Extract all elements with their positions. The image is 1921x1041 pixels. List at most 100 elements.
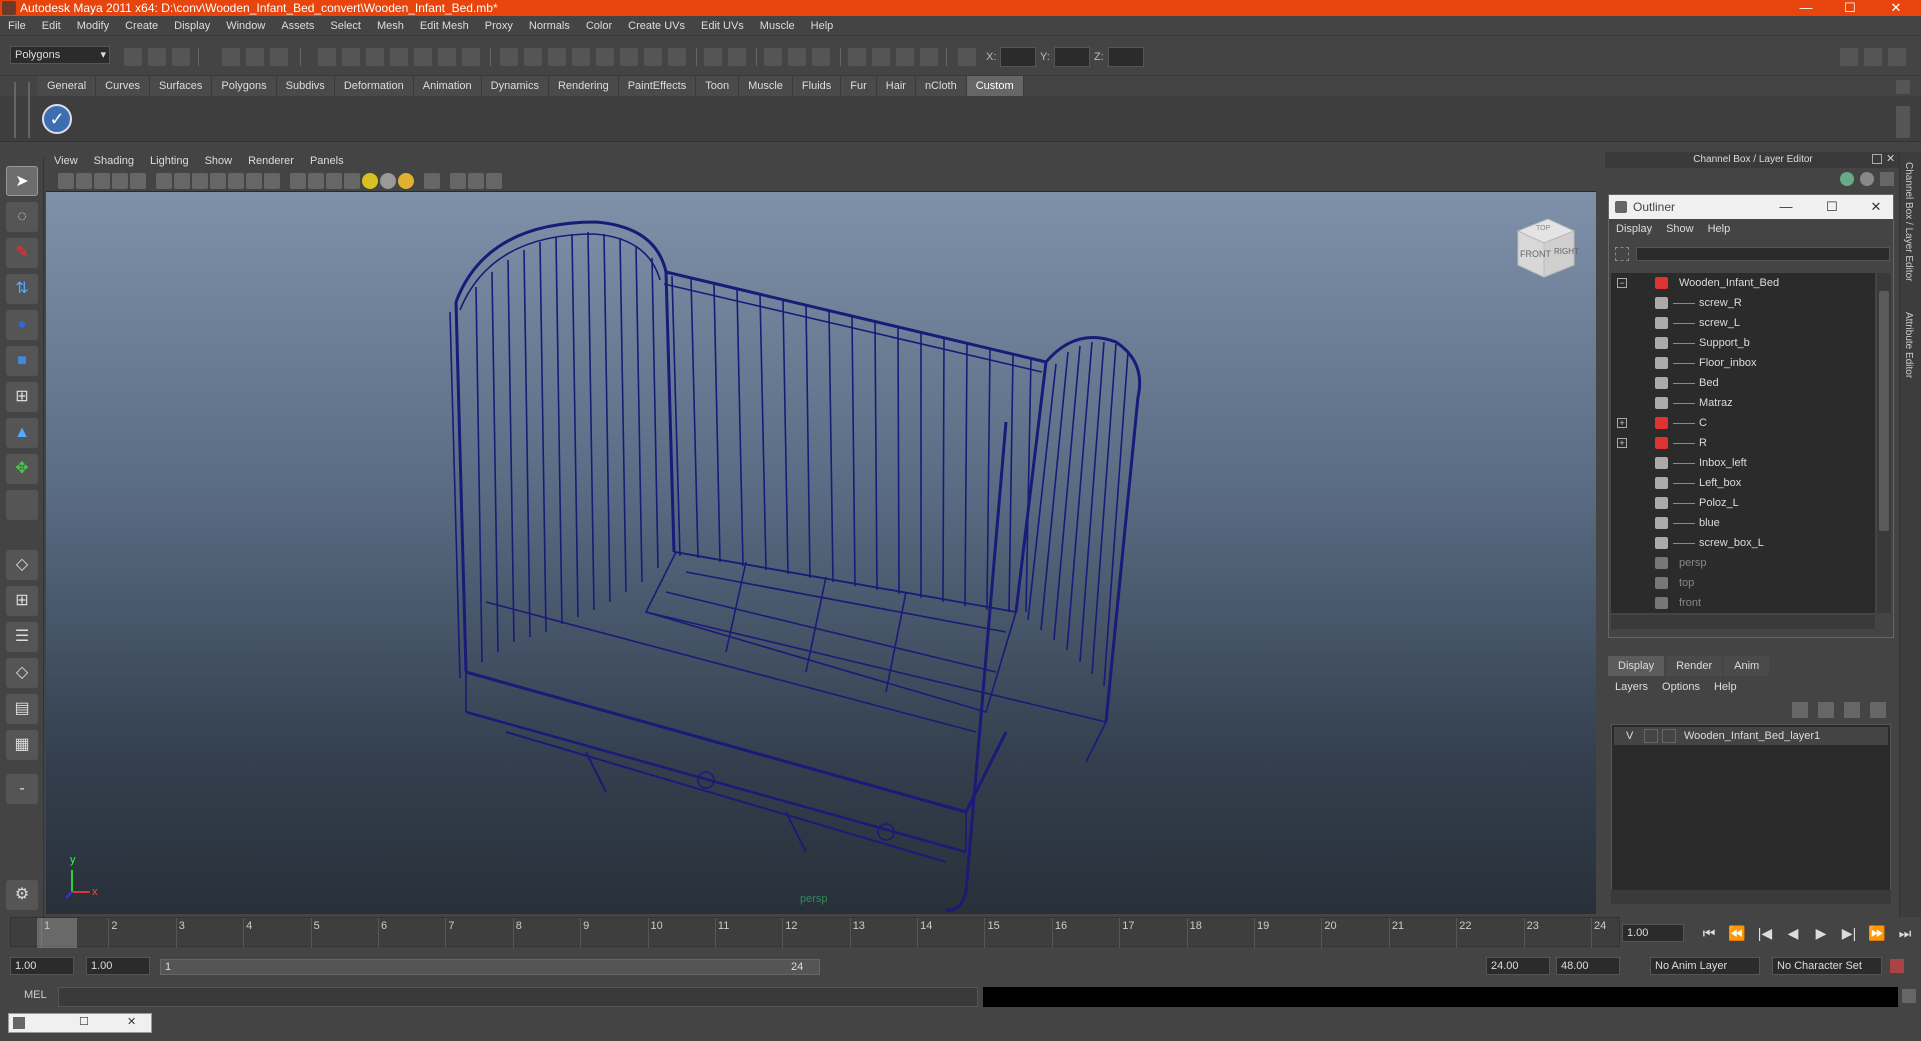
show-tool-settings-icon[interactable] — [1864, 48, 1882, 66]
layer-tab-render[interactable]: Render — [1666, 656, 1723, 676]
layer-menu-help[interactable]: Help — [1707, 681, 1744, 693]
shadows-icon[interactable] — [380, 173, 396, 189]
move-layer-up-icon[interactable] — [1792, 702, 1808, 718]
minimized-window[interactable]: ☐ ✕ — [8, 1013, 152, 1033]
rotate-tool-icon[interactable]: ● — [6, 310, 38, 340]
outliner-menu-display[interactable]: Display — [1609, 223, 1659, 235]
wireframe-on-shaded-icon[interactable] — [326, 173, 342, 189]
persp-outliner-layout-icon[interactable]: ▦ — [6, 730, 38, 760]
move-tool-icon[interactable]: ⇅ — [6, 274, 38, 304]
last-tool-icon[interactable] — [6, 490, 38, 520]
select-camera-icon[interactable] — [58, 173, 74, 189]
shelf-tab-custom[interactable]: Custom — [966, 76, 1024, 96]
menu-file[interactable]: File — [0, 20, 34, 32]
menu-help[interactable]: Help — [803, 20, 842, 32]
layer-menu-options[interactable]: Options — [1655, 681, 1707, 693]
outliner-search-input[interactable] — [1636, 247, 1890, 261]
menu-assets[interactable]: Assets — [273, 20, 322, 32]
collapse-icon[interactable]: − — [1617, 278, 1627, 288]
snap-curve-icon[interactable] — [342, 48, 360, 66]
new-layer-icon[interactable] — [1844, 702, 1860, 718]
y-field[interactable] — [1054, 47, 1090, 67]
move-coords-icon[interactable] — [872, 48, 890, 66]
move-layer-down-icon[interactable] — [1818, 702, 1834, 718]
relative-transform-icon[interactable] — [788, 48, 806, 66]
soft-mod-tool-icon[interactable]: ▲ — [6, 418, 38, 448]
playback-start-field[interactable]: 1.00 — [86, 957, 150, 975]
highlight-selection-icon[interactable] — [728, 48, 746, 66]
xray-icon[interactable] — [450, 173, 466, 189]
outliner-item[interactable]: + C — [1611, 413, 1875, 433]
playback-end-field[interactable]: 24.00 — [1486, 957, 1550, 975]
snap-plane-icon[interactable] — [390, 48, 408, 66]
outliner-maximize-button[interactable]: ☐ — [1815, 195, 1849, 219]
outliner-close-button[interactable]: ✕ — [1859, 195, 1893, 219]
menu-create[interactable]: Create — [117, 20, 166, 32]
layer-tab-anim[interactable]: Anim — [1724, 656, 1770, 676]
shelf-tab-fluids[interactable]: Fluids — [792, 76, 842, 96]
paint-select-tool-icon[interactable]: ✎ — [6, 238, 38, 268]
numeric-input-icon[interactable] — [920, 48, 938, 66]
go-to-end-button[interactable]: ⏭ — [1891, 922, 1919, 944]
shelf-custom-tool-icon[interactable]: ✓ — [42, 104, 72, 134]
end-time-field[interactable]: 48.00 — [1556, 957, 1620, 975]
menu-set-dropdown[interactable]: Polygons ▾ — [10, 46, 110, 64]
layer-toggle-icon[interactable] — [1860, 172, 1874, 186]
backface-culling-icon[interactable] — [486, 173, 502, 189]
menu-select[interactable]: Select — [322, 20, 369, 32]
maximize-button[interactable]: ☐ — [1828, 0, 1872, 16]
menu-edit[interactable]: Edit — [34, 20, 69, 32]
go-to-start-button[interactable]: ⏮ — [1695, 922, 1723, 944]
side-tab-channel-box[interactable]: Channel Box / Layer Editor — [1903, 162, 1914, 282]
outliner-item[interactable]: Bed — [1611, 373, 1875, 393]
safe-title-icon[interactable] — [264, 173, 280, 189]
history-icon[interactable] — [438, 48, 456, 66]
menu-create-uvs[interactable]: Create UVs — [620, 20, 693, 32]
shelf-grip[interactable] — [14, 82, 30, 138]
current-frame-field[interactable]: 1.00 — [1622, 924, 1684, 942]
shelf-tab-general[interactable]: General — [38, 76, 97, 96]
outliner-item[interactable]: Poloz_L — [1611, 493, 1875, 513]
outliner-item[interactable]: top — [1611, 573, 1875, 593]
viewport-menu-view[interactable]: View — [46, 155, 86, 167]
shelf-tab-fur[interactable]: Fur — [841, 76, 877, 96]
x-field[interactable] — [1000, 47, 1036, 67]
resolution-gate-icon[interactable] — [192, 173, 208, 189]
single-view-layout-icon[interactable]: ◇ — [6, 550, 38, 580]
outliner-item[interactable]: Floor_inbox — [1611, 353, 1875, 373]
outliner-item[interactable]: persp — [1611, 553, 1875, 573]
viewport-menu-lighting[interactable]: Lighting — [142, 155, 197, 167]
show-channel-box-icon[interactable] — [1888, 48, 1906, 66]
menu-display[interactable]: Display — [166, 20, 218, 32]
menu-modify[interactable]: Modify — [69, 20, 117, 32]
viewport-menu-panels[interactable]: Panels — [302, 155, 352, 167]
grid-icon[interactable] — [156, 173, 172, 189]
layer-color-swatch[interactable] — [1662, 729, 1676, 743]
layer-menu-layers[interactable]: Layers — [1608, 681, 1655, 693]
start-time-field[interactable]: 1.00 — [10, 957, 74, 975]
outliner-item[interactable]: screw_L — [1611, 313, 1875, 333]
shelf-tab-hair[interactable]: Hair — [876, 76, 916, 96]
ipr-render-icon[interactable] — [620, 48, 638, 66]
textured-icon[interactable] — [344, 173, 360, 189]
command-input[interactable] — [58, 987, 978, 1007]
shelf-tab-curves[interactable]: Curves — [96, 76, 150, 96]
field-chart-icon[interactable] — [228, 173, 244, 189]
gate-mask-icon[interactable] — [210, 173, 226, 189]
menu-edit-mesh[interactable]: Edit Mesh — [412, 20, 477, 32]
film-gate-icon[interactable] — [174, 173, 190, 189]
view-cube[interactable]: TOP FRONT RIGHT — [1510, 213, 1580, 288]
help-icon[interactable] — [462, 48, 480, 66]
close-panel-icon[interactable]: ✕ — [1886, 152, 1895, 165]
snap-surface-icon[interactable] — [414, 48, 432, 66]
output-ops-icon[interactable] — [524, 48, 542, 66]
layer-name[interactable]: Wooden_Infant_Bed_layer1 — [1684, 727, 1820, 745]
outliner-item[interactable]: Support_b — [1611, 333, 1875, 353]
viewport-menu-show[interactable]: Show — [197, 155, 241, 167]
step-forward-key-button[interactable]: ⏩ — [1863, 922, 1891, 944]
smooth-shading-icon[interactable] — [308, 173, 324, 189]
outliner-item[interactable]: Inbox_left — [1611, 453, 1875, 473]
menu-mesh[interactable]: Mesh — [369, 20, 412, 32]
outliner-item[interactable]: screw_R — [1611, 293, 1875, 313]
command-language-label[interactable]: MEL — [24, 989, 47, 1001]
